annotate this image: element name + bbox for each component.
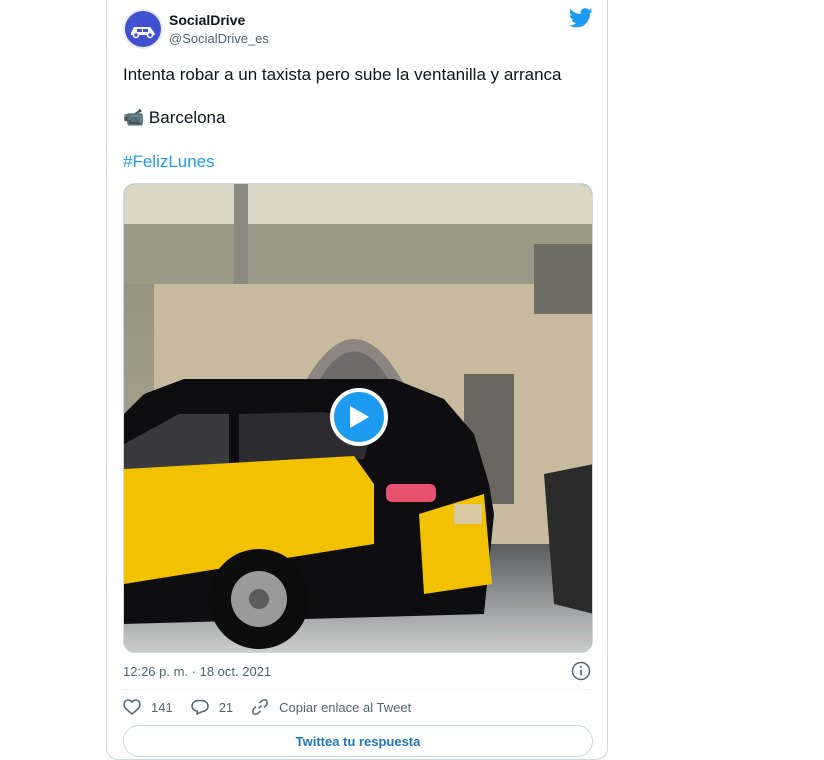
location-line: 📹 Barcelona — [123, 108, 225, 128]
divider — [123, 689, 591, 690]
heart-icon — [123, 699, 141, 715]
copy-link-button[interactable]: Copiar enlace al Tweet — [251, 698, 411, 716]
video-thumbnail[interactable] — [123, 183, 593, 653]
tweet-text: Intenta robar a un taxista pero sube la … — [123, 65, 562, 84]
copy-link-label: Copiar enlace al Tweet — [279, 699, 412, 715]
tweet-timestamp[interactable]: 12:26 p. m. · 18 oct. 2021 — [123, 664, 271, 679]
reply-icon — [190, 699, 209, 715]
avatar[interactable] — [123, 9, 163, 49]
author-name[interactable]: SocialDrive — [169, 12, 245, 28]
hashtag-link[interactable]: #FelizLunes — [123, 152, 215, 172]
action-bar: 141 21 Copiar enlace al Tweet — [123, 698, 429, 716]
video-camera-icon: 📹 — [123, 108, 145, 127]
reply-count-button[interactable]: 21 — [190, 699, 234, 715]
play-button[interactable] — [330, 388, 388, 446]
location-text: Barcelona — [148, 108, 226, 127]
reply-count: 21 — [218, 699, 234, 715]
twitter-bird-icon[interactable] — [568, 8, 593, 33]
info-icon[interactable] — [571, 661, 591, 686]
tweet-reply-button[interactable]: Twittea tu respuesta — [123, 725, 593, 757]
socialdrive-logo-icon — [125, 11, 161, 47]
like-count: 141 — [151, 699, 173, 715]
like-button[interactable]: 141 — [123, 699, 173, 715]
play-icon — [350, 406, 369, 428]
tweet-card: SocialDrive @SocialDrive_es Intenta roba… — [106, 0, 608, 760]
link-icon — [252, 699, 269, 715]
author-handle[interactable]: @SocialDrive_es — [169, 31, 269, 46]
